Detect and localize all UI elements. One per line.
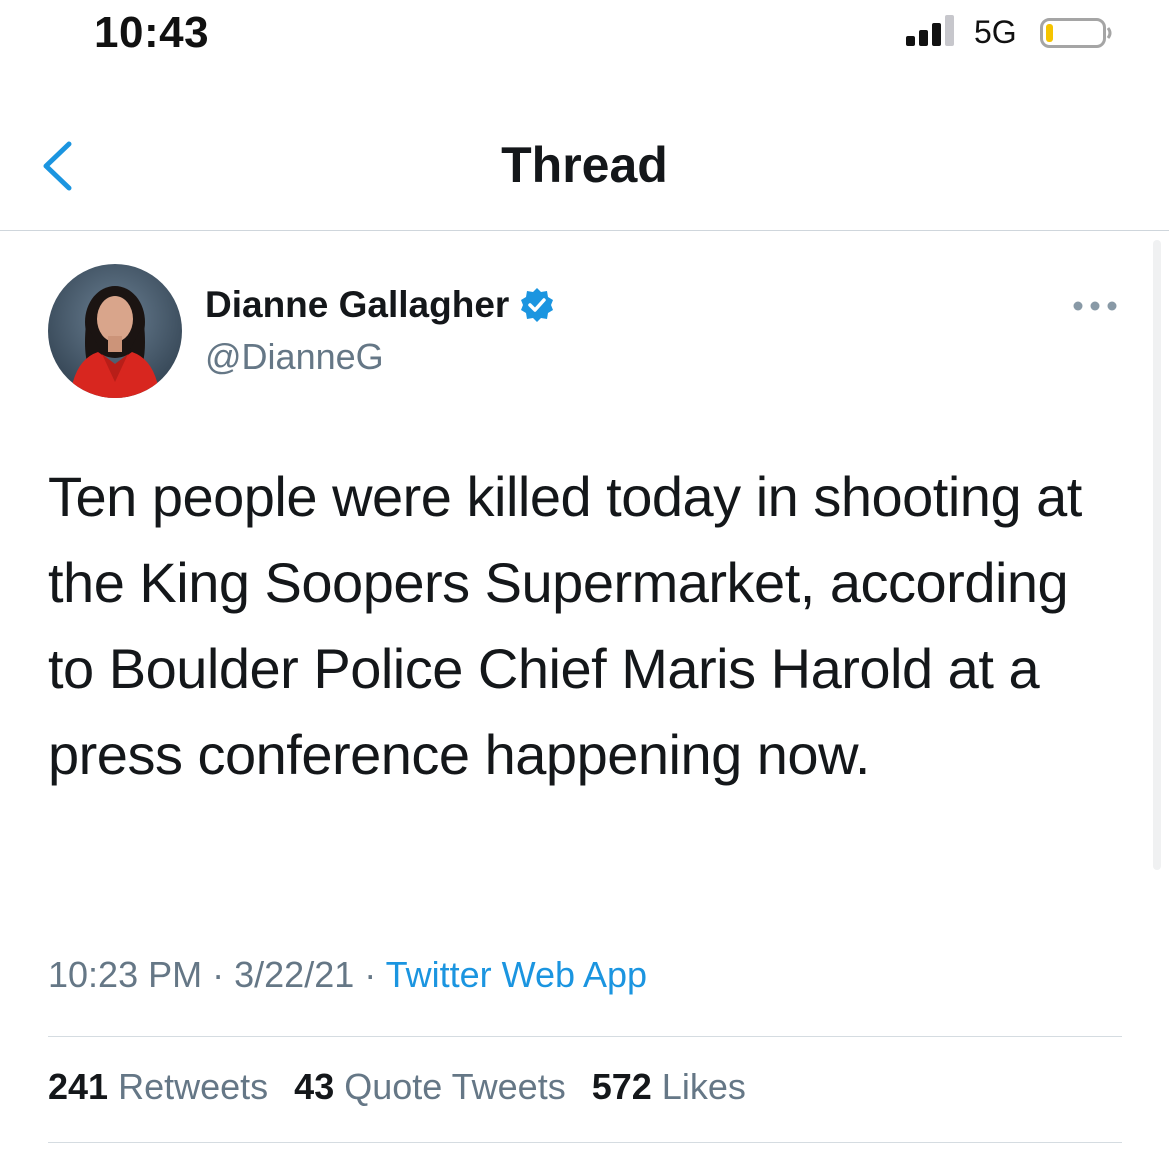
divider bbox=[48, 1142, 1122, 1143]
avatar[interactable] bbox=[48, 264, 182, 398]
retweets-label: Retweets bbox=[118, 1066, 269, 1107]
ellipsis-icon[interactable] bbox=[1072, 296, 1118, 316]
battery-low-icon bbox=[1040, 18, 1112, 48]
tweet-time: 10:23 PM bbox=[48, 954, 203, 995]
tweet-date: 3/22/21 bbox=[234, 954, 355, 995]
header-divider bbox=[0, 230, 1169, 231]
scrollbar[interactable] bbox=[1153, 240, 1161, 870]
tweet-meta: 10:23 PM · 3/22/21 · Twitter Web App bbox=[48, 954, 647, 996]
quote-tweets-label: Quote Tweets bbox=[344, 1066, 566, 1107]
likes-label: Likes bbox=[661, 1066, 746, 1107]
tweet-source-link[interactable]: Twitter Web App bbox=[386, 954, 647, 995]
divider bbox=[48, 1036, 1122, 1037]
likes-count: 572 bbox=[591, 1066, 652, 1107]
author-name[interactable]: Dianne Gallagher bbox=[205, 284, 509, 326]
page-title: Thread bbox=[501, 137, 668, 193]
quote-tweets-stat[interactable]: 43 Quote Tweets bbox=[294, 1066, 566, 1108]
status-time: 10:43 bbox=[94, 8, 210, 57]
author-row: Dianne Gallagher bbox=[205, 284, 555, 326]
tweet-text: Ten people were killed today in shooting… bbox=[48, 465, 1082, 786]
likes-stat[interactable]: 572 Likes bbox=[592, 1066, 746, 1108]
tweet-stats: 241 Retweets 43 Quote Tweets 572 Likes bbox=[48, 1066, 746, 1108]
cellular-signal-icon bbox=[906, 15, 954, 46]
meta-separator: · bbox=[364, 954, 377, 995]
network-type: 5G bbox=[974, 14, 1017, 50]
verified-badge-icon bbox=[521, 288, 554, 322]
retweets-stat[interactable]: 241 Retweets bbox=[48, 1066, 268, 1108]
meta-separator: · bbox=[212, 954, 225, 995]
quote-tweets-count: 43 bbox=[294, 1066, 335, 1107]
retweets-count: 241 bbox=[48, 1066, 109, 1107]
author-handle[interactable]: @DianneG bbox=[205, 336, 384, 378]
